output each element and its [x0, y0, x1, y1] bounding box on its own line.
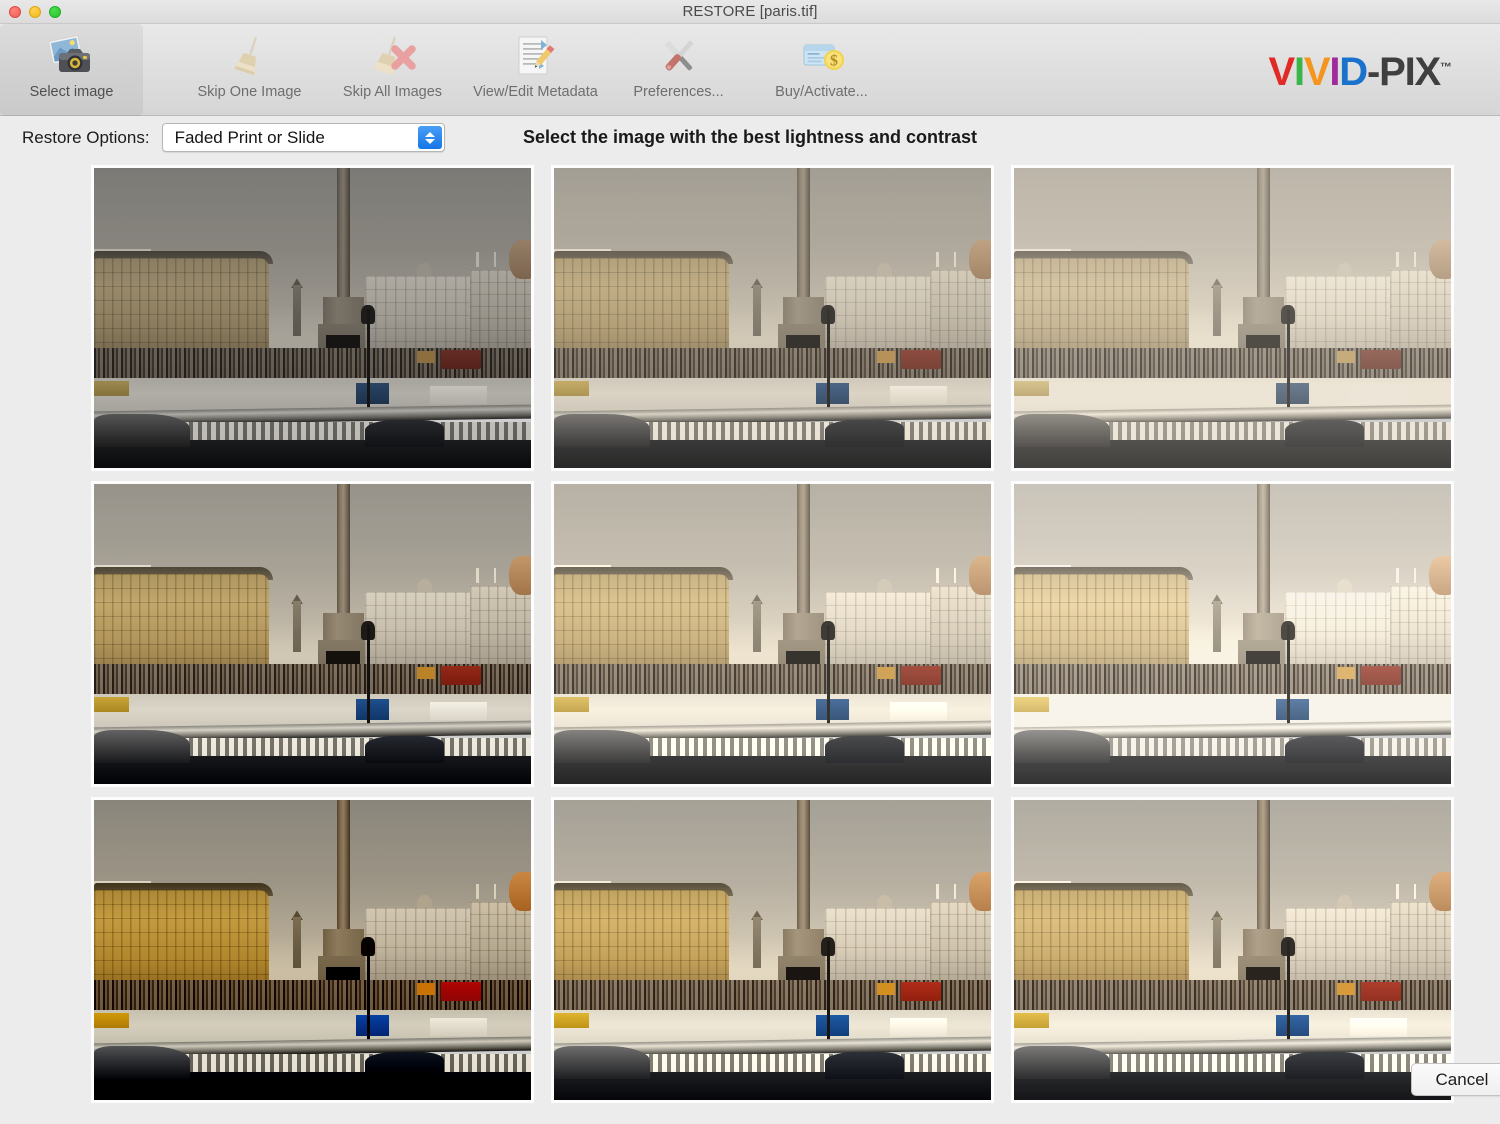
cancel-button[interactable]: Cancel	[1411, 1063, 1500, 1096]
title-bar: RESTORE [paris.tif]	[0, 0, 1500, 24]
image-variant-cell-9[interactable]	[1011, 797, 1454, 1103]
image-variant-cell-4[interactable]	[91, 481, 534, 787]
logo-letter-i3: I	[1404, 50, 1416, 94]
cancel-button-label: Cancel	[1435, 1069, 1489, 1089]
toolbar-button-buy-activate[interactable]: $ Buy/Activate...	[750, 24, 893, 116]
photo-render-6	[1014, 484, 1451, 784]
tools-icon	[651, 28, 707, 84]
photo-render-5	[554, 484, 991, 784]
image-variant-cell-7[interactable]	[91, 797, 534, 1103]
photo-render-1	[94, 168, 531, 468]
window-title: RESTORE [paris.tif]	[682, 3, 818, 20]
logo-letter-x: X	[1414, 50, 1442, 94]
document-pencil-icon	[508, 28, 564, 84]
window-controls	[0, 5, 61, 18]
image-thumbnail-2	[554, 168, 991, 468]
image-thumbnail-5	[554, 484, 991, 784]
logo-trademark-icon: ™	[1440, 59, 1452, 74]
photo-render-2	[554, 168, 991, 468]
toolbar-label-preferences: Preferences...	[633, 84, 724, 100]
toolbar-button-view-edit-metadata[interactable]: View/Edit Metadata	[464, 24, 607, 116]
chevron-up-icon	[424, 131, 435, 137]
photo-render-8	[554, 800, 991, 1100]
broom-x-icon	[365, 28, 421, 84]
image-thumbnail-7	[94, 800, 531, 1100]
image-variant-cell-6[interactable]	[1011, 481, 1454, 787]
logo-letter-p: P	[1379, 50, 1406, 94]
image-thumbnail-1	[94, 168, 531, 468]
restore-options-value: Faded Print or Slide	[174, 127, 325, 147]
logo-letter-i2: I	[1329, 50, 1340, 94]
image-variant-cell-8[interactable]	[551, 797, 994, 1103]
toolbar-label-view-edit-metadata: View/Edit Metadata	[473, 84, 598, 100]
image-variant-cell-2[interactable]	[551, 165, 994, 471]
image-variant-cell-1[interactable]	[91, 165, 534, 471]
image-variant-cell-3[interactable]	[1011, 165, 1454, 471]
close-button[interactable]	[9, 5, 21, 18]
logo-letter-d: D	[1339, 50, 1368, 94]
photo-render-9	[1014, 800, 1451, 1100]
toolbar: Select image Skip One Image Skip All Ima…	[0, 24, 1500, 116]
toolbar-button-select-image[interactable]: Select image	[0, 24, 143, 116]
logo-letter-v2: V	[1303, 50, 1331, 94]
minimize-button[interactable]	[29, 5, 41, 18]
credit-card-dollar-icon: $	[794, 28, 850, 84]
maximize-button[interactable]	[49, 5, 61, 18]
image-thumbnail-3	[1014, 168, 1451, 468]
logo-letter-i1: I	[1293, 50, 1305, 94]
photo-render-4	[94, 484, 531, 784]
options-bar: Restore Options: Faded Print or Slide Se…	[0, 116, 1500, 159]
logo-letter-v1: V	[1268, 50, 1295, 94]
toolbar-button-preferences[interactable]: Preferences...	[607, 24, 750, 116]
vivid-pix-logo: VIVID-PIX™	[1268, 52, 1452, 92]
image-thumbnail-9	[1014, 800, 1451, 1100]
toolbar-button-skip-one-image[interactable]: Skip One Image	[178, 24, 321, 116]
image-thumbnail-4	[94, 484, 531, 784]
toolbar-button-skip-all-images[interactable]: Skip All Images	[321, 24, 464, 116]
chevron-down-icon	[424, 138, 435, 144]
svg-text:$: $	[830, 53, 838, 70]
photo-render-7	[94, 800, 531, 1100]
toolbar-label-buy-activate: Buy/Activate...	[775, 84, 868, 100]
toolbar-label-skip-one-image: Skip One Image	[197, 84, 302, 100]
logo-hyphen: -	[1366, 50, 1380, 94]
image-thumbnail-6	[1014, 484, 1451, 784]
restore-options-label: Restore Options:	[22, 127, 150, 147]
toolbar-label-select-image: Select image	[29, 84, 114, 100]
image-variant-grid	[91, 165, 1455, 1104]
toolbar-label-skip-all-images: Skip All Images	[342, 84, 443, 100]
restore-window: RESTORE [paris.tif] Select image Skip On…	[0, 0, 1500, 1124]
chevron-updown-icon[interactable]	[417, 126, 442, 149]
photo-render-3	[1014, 168, 1451, 468]
image-variant-cell-5[interactable]	[551, 481, 994, 787]
restore-options-select[interactable]: Faded Print or Slide	[161, 123, 445, 152]
image-thumbnail-8	[554, 800, 991, 1100]
photo-camera-icon	[44, 28, 100, 84]
broom-icon	[222, 28, 278, 84]
